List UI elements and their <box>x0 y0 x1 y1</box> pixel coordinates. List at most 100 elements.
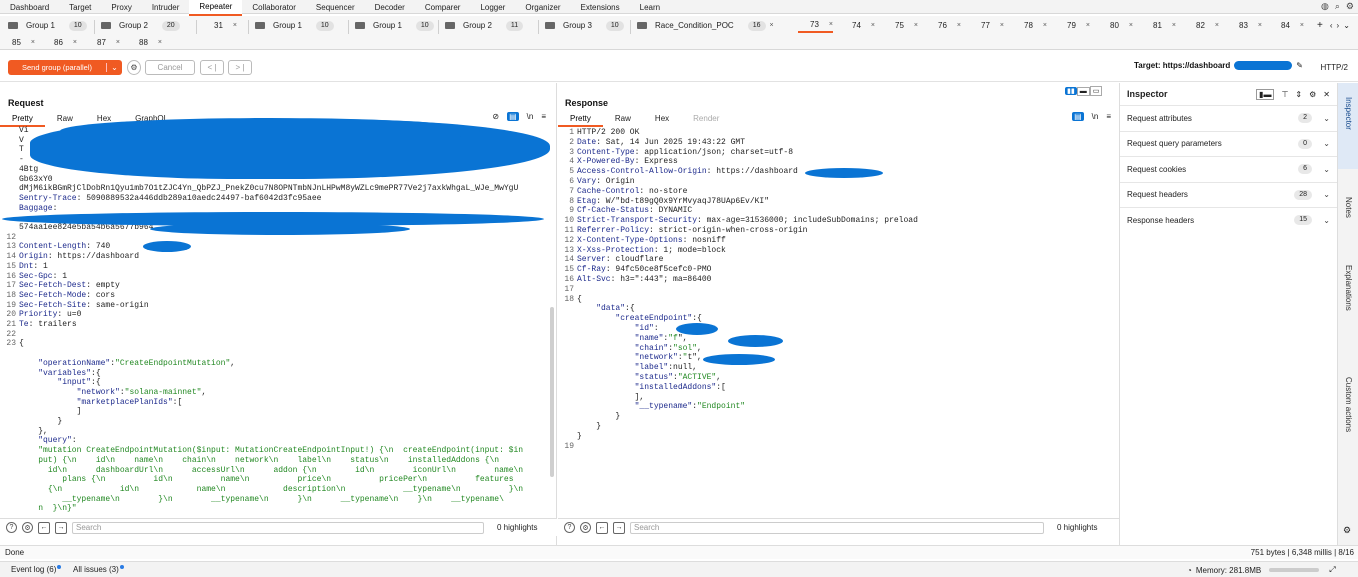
tab-85[interactable]: 85 × <box>4 35 35 50</box>
close-icon[interactable]: × <box>1172 22 1176 29</box>
menu-item-target[interactable]: Target <box>59 1 101 15</box>
back-arrow-button[interactable]: < | <box>200 60 224 75</box>
tab-81[interactable]: 81 × <box>1141 18 1176 33</box>
hide-eye-icon[interactable]: ⊘ <box>492 112 499 121</box>
close-icon[interactable]: × <box>871 22 875 29</box>
sidebar-tab-custom-actions[interactable]: Custom actions <box>1338 363 1358 463</box>
request-search-input[interactable]: Search <box>72 521 484 534</box>
close-icon[interactable]: × <box>116 39 120 46</box>
inspector-row[interactable]: Request headers 28 ⌄ <box>1120 181 1337 208</box>
menu-item-extensions[interactable]: Extensions <box>570 1 629 15</box>
inspector-row[interactable]: Request attributes 2 ⌄ <box>1120 105 1337 131</box>
request-editor[interactable]: Vi V T -4Btg Gb63xY0 dMjM6ikBGmRjClDobRn1Qyu1… <box>2 126 550 512</box>
menu-item-repeater[interactable]: Repeater <box>189 0 243 16</box>
close-icon[interactable]: × <box>1258 22 1262 29</box>
menu-item-sequencer[interactable]: Sequencer <box>306 1 365 15</box>
tab-73[interactable]: 73 × <box>798 18 833 33</box>
new-tab-plus-icon[interactable]: + <box>1317 20 1323 31</box>
settings-gear-icon[interactable]: ⚙ <box>127 60 141 75</box>
cancel-button[interactable]: Cancel <box>145 60 195 75</box>
close-icon[interactable]: ✕ <box>1323 90 1330 99</box>
menu-item-collaborator[interactable]: Collaborator <box>242 1 306 15</box>
split-vertical-icon[interactable]: ▬ <box>1076 86 1090 96</box>
tab-31[interactable]: 31 × <box>202 18 237 33</box>
tab-76[interactable]: 76 × <box>926 18 961 33</box>
layout-toggle-icon[interactable]: ▮▬ <box>1256 88 1275 100</box>
previous-match-icon[interactable]: ← <box>596 521 608 534</box>
close-icon[interactable]: × <box>1086 22 1090 29</box>
tab-group[interactable]: Race_Condition_POC 16 × <box>637 18 774 33</box>
tab-group[interactable]: Group 2 20 <box>101 18 180 33</box>
next-match-icon[interactable]: → <box>55 521 67 534</box>
split-horizontal-icon[interactable]: ▮▮ <box>1065 87 1077 95</box>
tab-88[interactable]: 88 × <box>131 35 162 50</box>
sidebar-tab-notes[interactable]: Notes <box>1338 183 1358 233</box>
subtab-render[interactable]: Render <box>681 113 731 127</box>
chevron-down-icon[interactable]: ⌄ <box>1323 216 1330 225</box>
next-tab-icon[interactable]: › <box>1337 21 1340 30</box>
tab-79[interactable]: 79 × <box>1055 18 1090 33</box>
chevron-down-icon[interactable]: ⌄ <box>1323 165 1330 174</box>
close-icon[interactable]: × <box>1129 22 1133 29</box>
chevron-down-icon[interactable]: ⌄ <box>1323 114 1330 123</box>
sidebar-tab-explanations[interactable]: Explanations <box>1338 251 1358 341</box>
tab-83[interactable]: 83 × <box>1227 18 1262 33</box>
edit-pencil-icon[interactable]: ✎ <box>1296 61 1303 70</box>
previous-tab-icon[interactable]: ‹ <box>1330 21 1333 30</box>
menu-item-proxy[interactable]: Proxy <box>101 1 141 15</box>
close-icon[interactable]: × <box>1215 22 1219 29</box>
tab-group[interactable]: Group 1 10 <box>8 18 87 33</box>
tab-80[interactable]: 80 × <box>1098 18 1133 33</box>
menu-item-decoder[interactable]: Decoder <box>365 1 415 15</box>
forward-arrow-button[interactable]: > | <box>228 60 252 75</box>
all-issues-link[interactable]: All issues (3) <box>73 565 124 574</box>
previous-match-icon[interactable]: ← <box>38 521 50 534</box>
tab-list-chevron-icon[interactable]: ⌄ <box>1343 21 1350 30</box>
menu-icon[interactable]: ≡ <box>541 112 546 121</box>
inspector-row[interactable]: Request query parameters 0 ⌄ <box>1120 130 1337 157</box>
settings-gear-icon[interactable]: ⚙ <box>1309 90 1316 99</box>
tab-75[interactable]: 75 × <box>883 18 918 33</box>
inspector-row[interactable]: Request cookies 6 ⌄ <box>1120 156 1337 182</box>
tab-77[interactable]: 77 × <box>969 18 1004 33</box>
newline-icon[interactable]: \n <box>527 112 534 121</box>
expand-icon[interactable]: ⤢ <box>1329 565 1335 575</box>
tab-84[interactable]: 84 × <box>1269 18 1304 33</box>
chevron-down-icon[interactable]: ⌄ <box>1323 139 1330 148</box>
sidebar-tab-inspector[interactable]: Inspector <box>1338 83 1358 169</box>
settings-gear-icon[interactable]: ⚙ <box>580 522 591 533</box>
newline-icon[interactable]: \n <box>1092 112 1099 121</box>
target-display[interactable]: Target: https://dashboard ✎ <box>1134 61 1303 70</box>
close-icon[interactable]: × <box>158 39 162 46</box>
help-icon[interactable]: ? <box>564 522 575 533</box>
send-options-chevron-icon[interactable]: ⌄ <box>106 63 122 72</box>
http-version[interactable]: HTTP/2 <box>1320 63 1348 72</box>
close-icon[interactable]: × <box>914 22 918 29</box>
subtab-raw[interactable]: Raw <box>603 113 643 127</box>
close-icon[interactable]: × <box>73 39 77 46</box>
tab-group[interactable]: Group 1 10 <box>255 18 334 33</box>
subtab-pretty[interactable]: Pretty <box>0 113 45 127</box>
tab-82[interactable]: 82 × <box>1184 18 1219 33</box>
wrap-toggle-icon[interactable]: ▤ <box>507 112 519 121</box>
settings-gear-icon[interactable]: ⚙ <box>1346 1 1354 12</box>
single-pane-icon[interactable]: ▭ <box>1089 86 1103 96</box>
menu-item-organizer[interactable]: Organizer <box>515 1 570 15</box>
menu-item-learn[interactable]: Learn <box>630 1 670 15</box>
tab-group[interactable]: Group 3 10 <box>545 18 624 33</box>
next-match-icon[interactable]: → <box>613 521 625 534</box>
response-editor[interactable]: 1 HTTP/2 200 OK 2 Date: Sat, 14 Jun 2025 19… <box>560 128 1115 512</box>
menu-icon[interactable]: ≡ <box>1106 112 1111 121</box>
close-icon[interactable]: × <box>957 22 961 29</box>
event-log-link[interactable]: Event log (6) <box>11 565 62 574</box>
close-icon[interactable]: × <box>770 22 774 29</box>
menu-item-intruder[interactable]: Intruder <box>142 1 190 15</box>
close-icon[interactable]: × <box>1300 22 1304 29</box>
send-group-button[interactable]: Send group (parallel) ⌄ <box>8 60 122 75</box>
close-icon[interactable]: × <box>1000 22 1004 29</box>
close-icon[interactable]: × <box>31 39 35 46</box>
collapse-icon[interactable]: ⇕ <box>1295 90 1302 99</box>
wrap-toggle-icon[interactable]: ▤ <box>1072 112 1084 121</box>
search-icon[interactable]: ⌕ <box>1335 1 1340 12</box>
menu-item-dashboard[interactable]: Dashboard <box>0 1 59 15</box>
